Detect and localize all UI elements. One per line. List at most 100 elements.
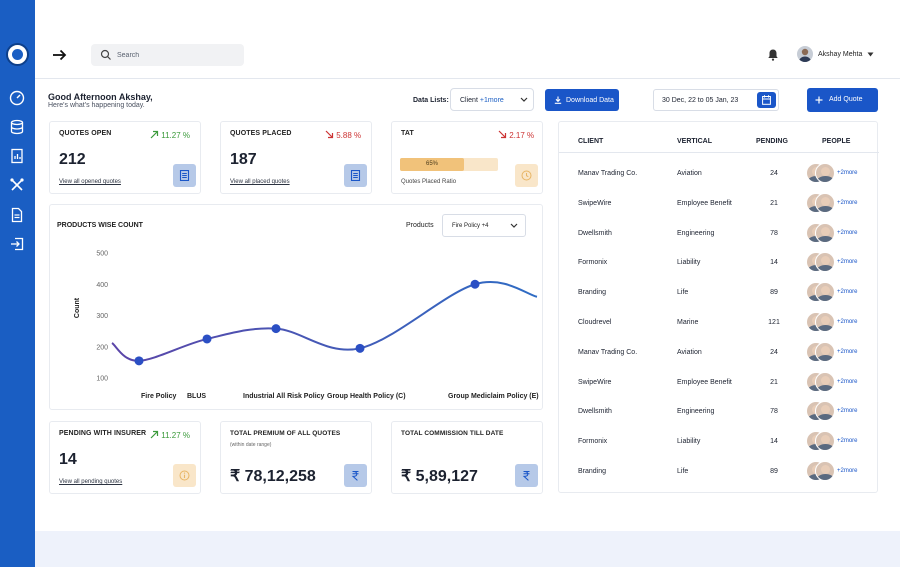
more-people-link[interactable]: +2more — [837, 349, 858, 355]
total-premium-tile[interactable] — [344, 464, 367, 487]
total-commission-value: ₹ 5,89,127 — [401, 468, 478, 485]
people-avatars[interactable]: +2more — [806, 163, 858, 183]
table-row[interactable]: Cloudrevel Marine 121 +2more — [559, 308, 879, 337]
search-box[interactable] — [91, 44, 244, 66]
people-avatars[interactable]: +2more — [806, 312, 858, 332]
quotes-placed-trend: 5.88 % — [336, 131, 362, 140]
tat-title: TAT — [401, 130, 414, 137]
download-data-button[interactable]: Download Data — [545, 89, 619, 111]
trend-up-arrow-icon — [150, 430, 159, 439]
quotes-placed-tile[interactable] — [344, 164, 367, 187]
table-row[interactable]: Manav Trading Co. Aviation 24 +2more — [559, 338, 879, 367]
person-avatar — [815, 431, 835, 452]
people-avatars[interactable]: +2more — [806, 401, 858, 422]
column-header-people[interactable]: PEOPLE — [822, 138, 850, 145]
more-people-link[interactable]: +2more — [837, 200, 858, 206]
search-input[interactable] — [117, 47, 237, 63]
column-header-client[interactable]: CLIENT — [578, 138, 603, 145]
add-quote-button[interactable]: Add Quote — [807, 88, 878, 112]
more-people-link[interactable]: +2more — [837, 438, 858, 444]
more-people-link[interactable]: +2more — [837, 468, 858, 474]
products-select[interactable]: Fire Policy +4 — [442, 214, 526, 237]
report-chart-icon[interactable] — [9, 148, 25, 164]
view-pending-quotes-link[interactable]: View all pending quotes — [59, 479, 122, 485]
rupee-icon — [522, 471, 530, 481]
total-commission-tile[interactable] — [515, 464, 538, 487]
pending-insurer-tile[interactable] — [173, 464, 196, 487]
quotes-placed-value: 187 — [230, 151, 257, 168]
trend-up-arrow-icon — [150, 130, 159, 139]
chart-title: PRODUCTS WISE COUNT — [57, 222, 143, 229]
dashboard-gauge-icon[interactable] — [9, 90, 25, 106]
quotes-placed-title: QUOTES PLACED — [230, 130, 292, 137]
view-opened-quotes-link[interactable]: View all opened quotes — [59, 179, 121, 185]
client-select-value: Client — [460, 97, 478, 104]
client-name-cell: SwipeWire — [578, 199, 612, 207]
pending-count-cell: 121 — [768, 319, 780, 326]
clock-icon — [521, 170, 532, 181]
document-icon — [179, 170, 190, 181]
logout-icon[interactable] — [9, 236, 25, 252]
more-people-link[interactable]: +2more — [837, 319, 858, 325]
table-row[interactable]: Dwellsmith Engineering 78 +2more — [559, 219, 879, 248]
column-header-vertical[interactable]: VERTICAL — [677, 138, 712, 145]
table-row[interactable]: Branding Life 89 +2more — [559, 278, 879, 307]
table-row[interactable]: SwipeWire Employee Benefit 21 +2more — [559, 368, 879, 397]
more-people-link[interactable]: +2more — [837, 289, 858, 295]
view-placed-quotes-link[interactable]: View all placed quotes — [230, 179, 290, 185]
more-people-link[interactable]: +2more — [837, 408, 858, 414]
pending-insurer-card: PENDING WITH INSURER 11.27 % 14 View all… — [49, 421, 201, 494]
calendar-button[interactable] — [757, 92, 776, 108]
chevron-down-icon[interactable] — [867, 52, 874, 57]
y-tick-label: 200 — [96, 344, 108, 351]
table-row[interactable]: Branding Life 89 +2more — [559, 457, 879, 486]
client-select[interactable]: Client +1more — [450, 88, 534, 111]
vertical-cell: Life — [677, 289, 689, 297]
document-icon[interactable] — [9, 207, 25, 223]
more-people-link[interactable]: +2more — [837, 170, 858, 176]
column-header-pending[interactable]: PENDING — [756, 138, 788, 145]
data-point-3 — [355, 343, 365, 353]
more-people-link[interactable]: +2more — [837, 259, 858, 265]
person-avatar — [815, 401, 835, 422]
more-people-link[interactable]: +2more — [837, 230, 858, 236]
people-avatars[interactable]: +2more — [806, 282, 858, 303]
quotes-open-trend: 11.27 % — [161, 131, 190, 140]
total-premium-subtitle: (within date range) — [230, 442, 272, 448]
add-quote-label: Add Quote — [829, 96, 863, 103]
client-select-more: +1more — [479, 97, 504, 104]
people-avatars[interactable]: +2more — [806, 371, 858, 392]
person-avatar — [815, 222, 835, 243]
app-logo[interactable] — [6, 43, 29, 66]
greeting-subtitle: Here's what's happening today. — [48, 102, 145, 109]
notification-bell-icon[interactable] — [767, 48, 779, 61]
more-people-link[interactable]: +2more — [837, 379, 858, 385]
trend-down-arrow-icon — [498, 130, 507, 139]
table-row[interactable]: SwipeWire Employee Benefit 21 +2more — [559, 189, 879, 218]
arrow-right-icon[interactable] — [51, 46, 69, 64]
people-avatars[interactable]: +2more — [806, 341, 858, 362]
table-row[interactable]: Formonix Liability 14 +2more — [559, 427, 879, 456]
date-range-picker[interactable]: 30 Dec, 22 to 05 Jan, 23 — [653, 89, 779, 111]
total-premium-card: TOTAL PREMIUM OF ALL QUOTES (within date… — [220, 421, 372, 494]
pending-count-cell: 78 — [770, 229, 778, 237]
tools-icon[interactable] — [9, 177, 25, 193]
quotes-open-tile[interactable] — [173, 164, 196, 187]
database-icon[interactable] — [9, 119, 25, 135]
table-row[interactable]: Manav Trading Co. Aviation 24 +2more — [559, 159, 879, 188]
people-avatars[interactable]: +2more — [806, 192, 858, 213]
people-avatars[interactable]: +2more — [806, 431, 858, 452]
client-name-cell: Branding — [578, 289, 607, 297]
tat-caption: Quotes Placed Ratio — [401, 179, 457, 185]
people-avatars[interactable]: +2more — [806, 222, 858, 243]
y-tick-label: 100 — [96, 376, 108, 383]
table-row[interactable]: Dwellsmith Engineering 78 +2more — [559, 397, 879, 426]
people-avatars[interactable]: +2more — [806, 461, 858, 481]
user-name[interactable]: Akshay Mehta — [818, 51, 862, 58]
tat-tile[interactable] — [515, 164, 538, 187]
user-avatar[interactable] — [797, 46, 813, 62]
vertical-cell: Life — [677, 468, 689, 475]
table-row[interactable]: Formonix Liability 14 +2more — [559, 248, 879, 277]
pending-count-cell: 14 — [770, 438, 778, 446]
people-avatars[interactable]: +2more — [806, 252, 858, 273]
